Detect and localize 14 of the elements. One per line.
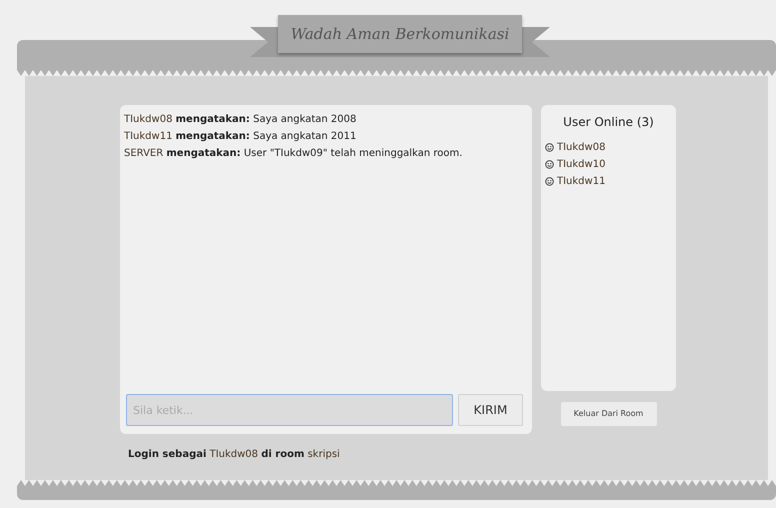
chat-message: TIukdw08 mengatakan: Saya angkatan 2008 xyxy=(124,113,358,127)
send-button[interactable]: KIRIM xyxy=(458,394,523,426)
smiley-icon xyxy=(545,143,554,152)
leave-room-button[interactable]: Keluar Dari Room xyxy=(560,402,656,426)
smiley-icon xyxy=(545,160,554,169)
online-user: TIukdw08 xyxy=(557,141,606,155)
online-user: TIukdw11 xyxy=(557,175,606,189)
smiley-icon xyxy=(545,177,554,186)
online-title: User Online (3) xyxy=(562,114,655,131)
chat-message: TIukdw11 mengatakan: Saya angkatan 2011 xyxy=(124,130,358,144)
login-info: Login sebagai TIukdw08 di room skripsi xyxy=(127,448,341,462)
ribbon-title: Wadah Aman Berkomunikasi xyxy=(278,15,522,53)
chat-message: SERVER mengatakan: User "TIukdw09" telah meninggalkan room. xyxy=(124,147,464,161)
online-user: TIukdw10 xyxy=(557,158,606,172)
